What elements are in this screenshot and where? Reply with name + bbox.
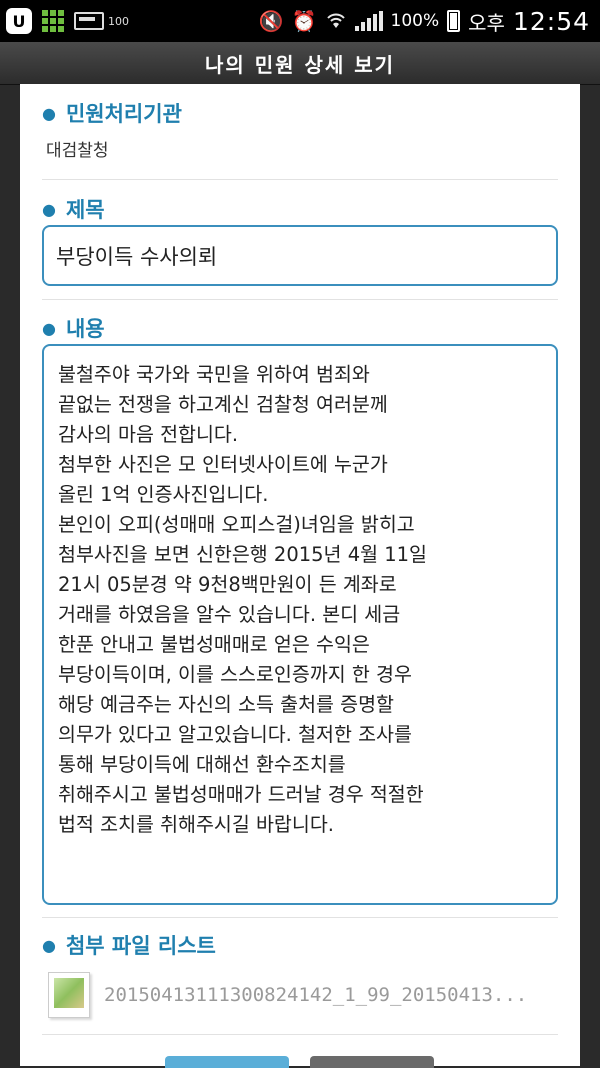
bullet-icon: ● <box>42 935 56 955</box>
app-badge-icon: U <box>6 8 32 34</box>
divider <box>42 299 558 300</box>
content-label: 내용 <box>65 317 105 341</box>
wifi-icon <box>325 10 347 33</box>
attachments-section-header: ● 첨부 파일 리스트 <box>42 930 216 960</box>
bullet-icon: ● <box>42 318 56 338</box>
battery-percent: 100% <box>390 11 440 31</box>
page-title: 나의 민원 상세 보기 <box>0 42 600 85</box>
agency-section-header: ● 민원처리기관 <box>42 98 182 128</box>
confirm-button[interactable] <box>165 1056 289 1068</box>
status-bar: U 100 🔇 ⏰ 100% 오후 12:54 <box>0 0 600 42</box>
agency-label: 민원처리기관 <box>65 102 182 126</box>
app-grid-icon <box>42 10 64 32</box>
agency-value: 대검찰청 <box>46 141 109 161</box>
battery-notification-icon <box>74 12 104 30</box>
content-text: 불철주야 국가와 국민을 위하여 범죄와 끝없는 전쟁을 하고계신 검찰청 여러… <box>58 363 427 836</box>
divider <box>42 917 558 918</box>
subject-label: 제목 <box>65 198 105 222</box>
clock-time: 12:54 <box>512 6 590 36</box>
battery-icon <box>447 10 461 32</box>
attachment-item[interactable]: 20150413111300824142_1_99_20150413... <box>48 972 527 1018</box>
clock-ampm: 오후 <box>468 10 505 35</box>
bullet-icon: ● <box>42 199 56 219</box>
alarm-icon: ⏰ <box>291 9 317 33</box>
image-file-icon <box>48 972 90 1018</box>
battery-notification-text: 100 <box>108 14 129 28</box>
signal-icon <box>354 11 383 31</box>
complaint-detail-card: ● 민원처리기관 대검찰청 ● 제목 부당이득 수사의뢰 ● 내용 불철주야 국… <box>20 84 580 1066</box>
content-section-header: ● 내용 <box>42 313 105 343</box>
mute-icon: 🔇 <box>258 9 284 33</box>
subject-section-header: ● 제목 <box>42 194 105 224</box>
attachment-filename: 20150413111300824142_1_99_20150413... <box>104 984 528 1006</box>
content-field[interactable]: 불철주야 국가와 국민을 위하여 범죄와 끝없는 전쟁을 하고계신 검찰청 여러… <box>42 344 558 905</box>
subject-field[interactable]: 부당이득 수사의뢰 <box>42 225 558 286</box>
divider <box>42 1034 558 1035</box>
divider <box>42 179 558 180</box>
back-button[interactable] <box>310 1056 434 1068</box>
attachments-label: 첨부 파일 리스트 <box>65 934 216 958</box>
bullet-icon: ● <box>42 103 56 123</box>
